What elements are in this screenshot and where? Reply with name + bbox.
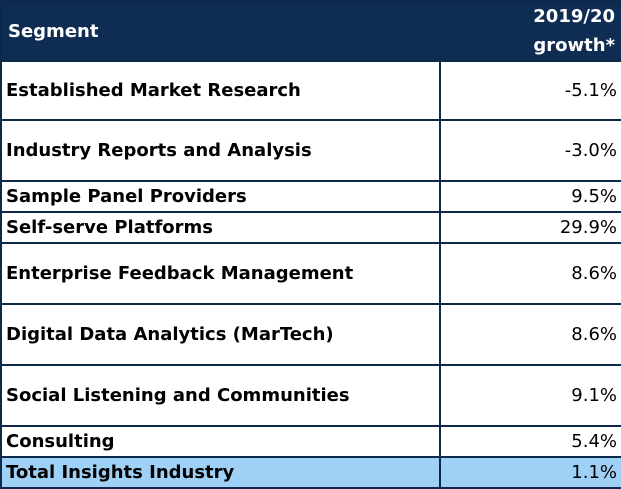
table-row: Sample Panel Providers 9.5%: [0, 180, 621, 213]
table-row: Enterprise Feedback Management 8.6%: [0, 242, 621, 305]
total-growth-cell: 1.1%: [439, 456, 621, 489]
segment-cell: Social Listening and Communities: [0, 364, 441, 427]
table-row: Digital Data Analytics (MarTech) 8.6%: [0, 303, 621, 366]
segment-cell: Consulting: [0, 425, 441, 458]
table-row: Consulting 5.4%: [0, 425, 621, 458]
growth-cell: -3.0%: [439, 119, 621, 182]
growth-cell: 29.9%: [439, 211, 621, 244]
table-header-row: Segment 2019/20 growth*: [0, 0, 621, 62]
table-row: Self-serve Platforms 29.9%: [0, 211, 621, 244]
segment-cell: Established Market Research: [0, 60, 441, 121]
table-row: Industry Reports and Analysis -3.0%: [0, 119, 621, 182]
total-row: Total Insights Industry 1.1%: [0, 456, 621, 489]
segment-cell: Digital Data Analytics (MarTech): [0, 303, 441, 366]
growth-cell: 8.6%: [439, 303, 621, 366]
table-row: Established Market Research -5.1%: [0, 60, 621, 121]
growth-cell: 8.6%: [439, 242, 621, 305]
header-growth: 2019/20 growth*: [439, 0, 621, 62]
growth-cell: -5.1%: [439, 60, 621, 121]
growth-cell: 5.4%: [439, 425, 621, 458]
total-segment-cell: Total Insights Industry: [0, 456, 441, 489]
growth-table-container: Segment 2019/20 growth* Established Mark…: [0, 0, 621, 489]
header-segment: Segment: [0, 0, 441, 62]
segment-cell: Self-serve Platforms: [0, 211, 441, 244]
growth-cell: 9.1%: [439, 364, 621, 427]
table-row: Social Listening and Communities 9.1%: [0, 364, 621, 427]
growth-cell: 9.5%: [439, 180, 621, 213]
segment-cell: Enterprise Feedback Management: [0, 242, 441, 305]
segment-cell: Industry Reports and Analysis: [0, 119, 441, 182]
segment-cell: Sample Panel Providers: [0, 180, 441, 213]
growth-table: Segment 2019/20 growth* Established Mark…: [0, 0, 621, 489]
